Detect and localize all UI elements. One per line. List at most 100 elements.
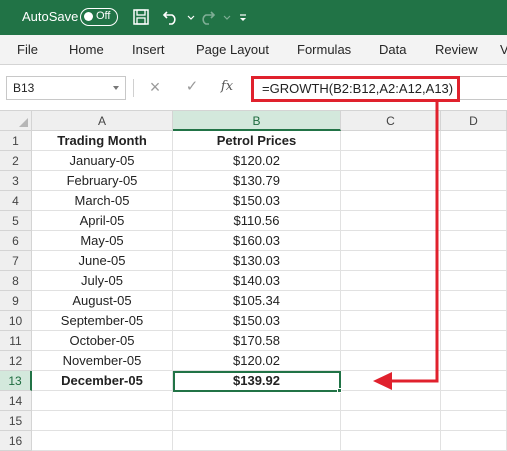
name-box[interactable]: B13: [6, 76, 126, 100]
row-header[interactable]: 14: [0, 391, 32, 411]
cell[interactable]: [341, 191, 441, 211]
cell[interactable]: [441, 211, 507, 231]
row-header[interactable]: 15: [0, 411, 32, 431]
customize-quick-access-icon[interactable]: [233, 7, 246, 27]
cell-b1-header[interactable]: Petrol Prices: [173, 131, 341, 151]
cell[interactable]: [441, 331, 507, 351]
cell[interactable]: [32, 411, 173, 431]
row-header[interactable]: 5: [0, 211, 32, 231]
cell[interactable]: [441, 151, 507, 171]
insert-function-icon[interactable]: fx: [217, 77, 237, 97]
row-header-selected[interactable]: 13: [0, 371, 32, 391]
tab-formulas[interactable]: Formulas: [297, 42, 351, 57]
cell[interactable]: [341, 371, 441, 391]
row-header[interactable]: 8: [0, 271, 32, 291]
row-header[interactable]: 6: [0, 231, 32, 251]
row-header[interactable]: 16: [0, 431, 32, 451]
column-header-d[interactable]: D: [441, 111, 507, 131]
redo-dropdown-icon[interactable]: [217, 7, 231, 27]
select-all-button[interactable]: [0, 111, 32, 131]
cell-month[interactable]: March-05: [32, 191, 173, 211]
cell-month[interactable]: February-05: [32, 171, 173, 191]
cell-price[interactable]: $110.56: [173, 211, 341, 231]
fill-handle[interactable]: [337, 388, 342, 393]
cell[interactable]: [441, 411, 507, 431]
cell[interactable]: [441, 311, 507, 331]
cell[interactable]: [441, 371, 507, 391]
cell[interactable]: [341, 291, 441, 311]
cell-month[interactable]: January-05: [32, 151, 173, 171]
row-header[interactable]: 2: [0, 151, 32, 171]
cell-price[interactable]: $150.03: [173, 191, 341, 211]
cell-price[interactable]: $130.79: [173, 171, 341, 191]
cell[interactable]: [341, 131, 441, 151]
enter-icon[interactable]: ✓: [182, 77, 202, 97]
cell[interactable]: [441, 431, 507, 451]
column-header-a[interactable]: A: [32, 111, 173, 131]
cell[interactable]: [173, 431, 341, 451]
cell-month[interactable]: June-05: [32, 251, 173, 271]
cancel-icon[interactable]: ×: [145, 77, 165, 97]
cell[interactable]: [341, 251, 441, 271]
cell[interactable]: [441, 351, 507, 371]
cell[interactable]: [441, 191, 507, 211]
cell[interactable]: [441, 251, 507, 271]
cell-a1-header[interactable]: Trading Month: [32, 131, 173, 151]
undo-icon[interactable]: [161, 7, 181, 27]
column-header-b[interactable]: B: [173, 111, 341, 131]
cell-a13-forecast-month[interactable]: December-05: [32, 371, 173, 391]
tab-view[interactable]: V: [500, 42, 507, 57]
cell-month[interactable]: October-05: [32, 331, 173, 351]
cell-price[interactable]: $130.03: [173, 251, 341, 271]
cell[interactable]: [341, 331, 441, 351]
row-header[interactable]: 3: [0, 171, 32, 191]
redo-icon[interactable]: [197, 7, 217, 27]
row-header[interactable]: 4: [0, 191, 32, 211]
cell-month[interactable]: November-05: [32, 351, 173, 371]
cell[interactable]: [341, 151, 441, 171]
cell-month[interactable]: May-05: [32, 231, 173, 251]
row-header[interactable]: 12: [0, 351, 32, 371]
cell[interactable]: [173, 391, 341, 411]
cell[interactable]: [341, 391, 441, 411]
cell[interactable]: [341, 211, 441, 231]
cell-month[interactable]: April-05: [32, 211, 173, 231]
cell[interactable]: [341, 411, 441, 431]
cell-price[interactable]: $170.58: [173, 331, 341, 351]
undo-dropdown-icon[interactable]: [181, 7, 195, 27]
cell[interactable]: [441, 291, 507, 311]
row-header[interactable]: 7: [0, 251, 32, 271]
cell[interactable]: [341, 231, 441, 251]
tab-review[interactable]: Review: [435, 42, 478, 57]
autosave-toggle[interactable]: Off: [80, 8, 118, 26]
cell[interactable]: [441, 271, 507, 291]
cell-month[interactable]: July-05: [32, 271, 173, 291]
cell[interactable]: [441, 391, 507, 411]
tab-data[interactable]: Data: [379, 42, 406, 57]
row-header[interactable]: 1: [0, 131, 32, 151]
tab-file[interactable]: File: [17, 42, 38, 57]
cell[interactable]: [341, 431, 441, 451]
cell-price[interactable]: $150.03: [173, 311, 341, 331]
cell[interactable]: [341, 311, 441, 331]
cell[interactable]: [341, 351, 441, 371]
cell-price[interactable]: $120.02: [173, 151, 341, 171]
tab-home[interactable]: Home: [69, 42, 104, 57]
cell[interactable]: [32, 391, 173, 411]
row-header[interactable]: 10: [0, 311, 32, 331]
tab-page-layout[interactable]: Page Layout: [196, 42, 269, 57]
cell[interactable]: [173, 411, 341, 431]
row-header[interactable]: 11: [0, 331, 32, 351]
tab-insert[interactable]: Insert: [132, 42, 165, 57]
cell-month[interactable]: September-05: [32, 311, 173, 331]
cell-month[interactable]: August-05: [32, 291, 173, 311]
cell[interactable]: [341, 271, 441, 291]
cell-price[interactable]: $160.03: [173, 231, 341, 251]
column-header-c[interactable]: C: [341, 111, 441, 131]
cell[interactable]: [341, 171, 441, 191]
save-icon[interactable]: [131, 7, 151, 27]
cell-price[interactable]: $105.34: [173, 291, 341, 311]
cell[interactable]: [441, 131, 507, 151]
cell-price[interactable]: $140.03: [173, 271, 341, 291]
cell[interactable]: [32, 431, 173, 451]
